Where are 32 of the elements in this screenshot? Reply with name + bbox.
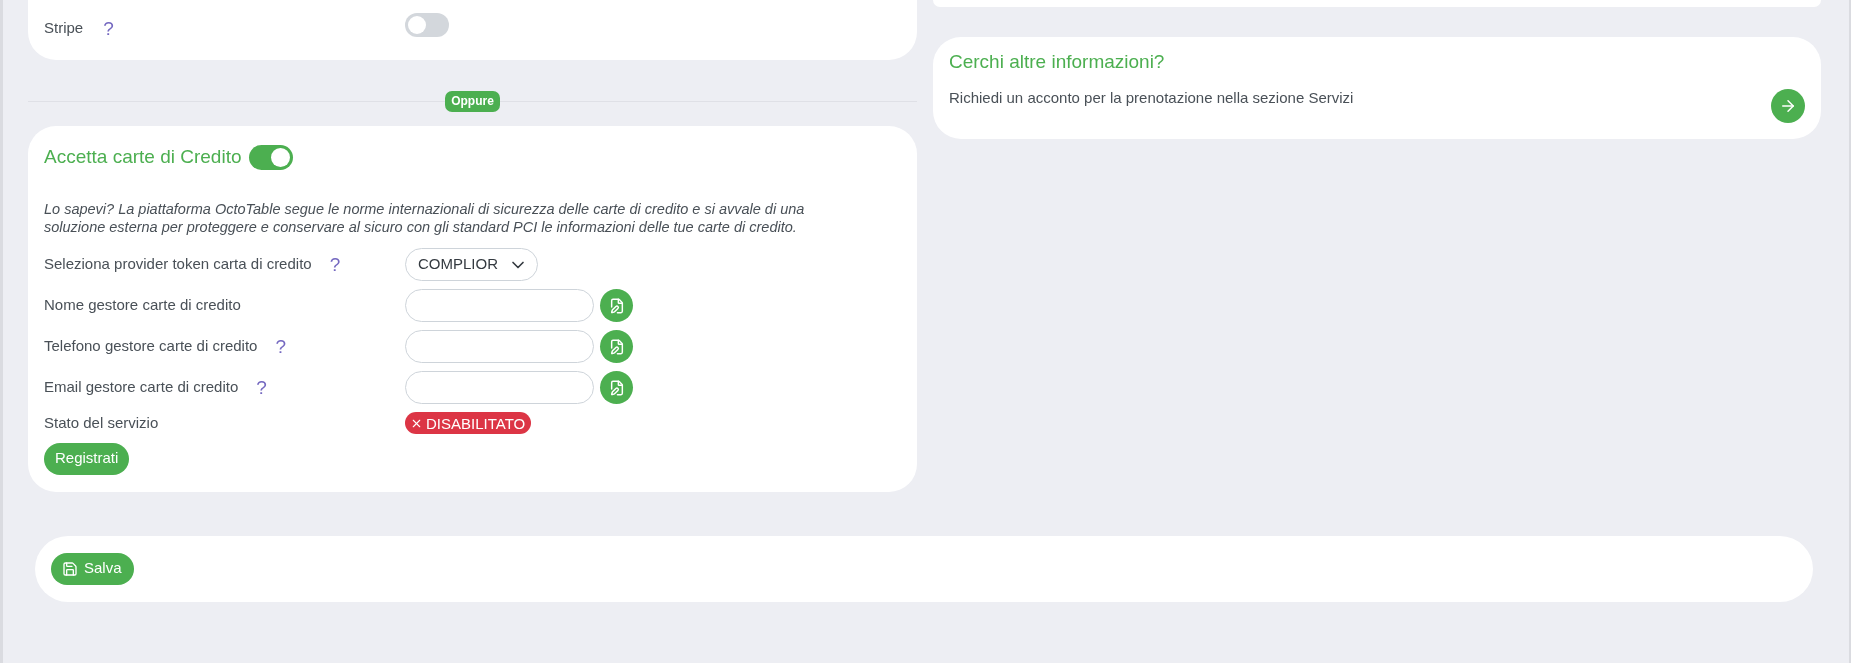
save-button[interactable]: Salva: [51, 552, 134, 585]
info-text: Richiedi un acconto per la prenotazione nella sezione Servizi: [949, 89, 1354, 107]
register-button[interactable]: Registrati: [44, 442, 130, 475]
document-pencil-icon: [608, 379, 625, 396]
section-title: Accetta carte di Credito: [44, 145, 242, 170]
field-label: Nome gestore carte di credito: [44, 295, 241, 316]
document-pencil-icon: [608, 297, 625, 314]
info-title: Cerchi altre informazioni?: [949, 50, 1166, 74]
arrow-right-icon: [1779, 97, 1797, 115]
separator-tag: Oppure: [445, 91, 500, 112]
help-mark[interactable]: ?: [329, 255, 341, 274]
text-input[interactable]: [405, 330, 594, 363]
text-input[interactable]: [405, 289, 594, 322]
toggle-switch[interactable]: [405, 13, 449, 37]
forward-button[interactable]: [1771, 89, 1805, 123]
help-mark[interactable]: ?: [275, 337, 287, 356]
field-label: Seleziona provider token carta di credito: [44, 254, 312, 275]
field-label: Stato del servizio: [44, 413, 159, 433]
help-mark[interactable]: ?: [103, 18, 114, 38]
edit-button[interactable]: [600, 371, 633, 404]
field-label: Email gestore carte di credito: [44, 377, 239, 398]
edit-button[interactable]: [600, 289, 633, 322]
provider-select[interactable]: COMPLIOR: [405, 248, 538, 281]
security-notice: Lo sapevi? La piattaforma OctoTable segue le norme internazionali di sicurezza delle carte di credito e si avvale di una soluzione esterna per proteggere e conservare al sicuro con gli standard PCI le informazioni delle tue carte di credito.: [44, 200, 806, 236]
toggle-switch[interactable]: [249, 145, 294, 170]
edit-button[interactable]: [600, 330, 633, 363]
document-pencil-icon: [608, 338, 625, 355]
field-label: Telefono gestore carte di credito: [44, 336, 258, 357]
status-text: DISABILITATO: [426, 415, 526, 431]
text-input[interactable]: [405, 371, 594, 404]
help-mark[interactable]: ?: [256, 378, 267, 397]
field-label: Stripe: [44, 17, 84, 38]
